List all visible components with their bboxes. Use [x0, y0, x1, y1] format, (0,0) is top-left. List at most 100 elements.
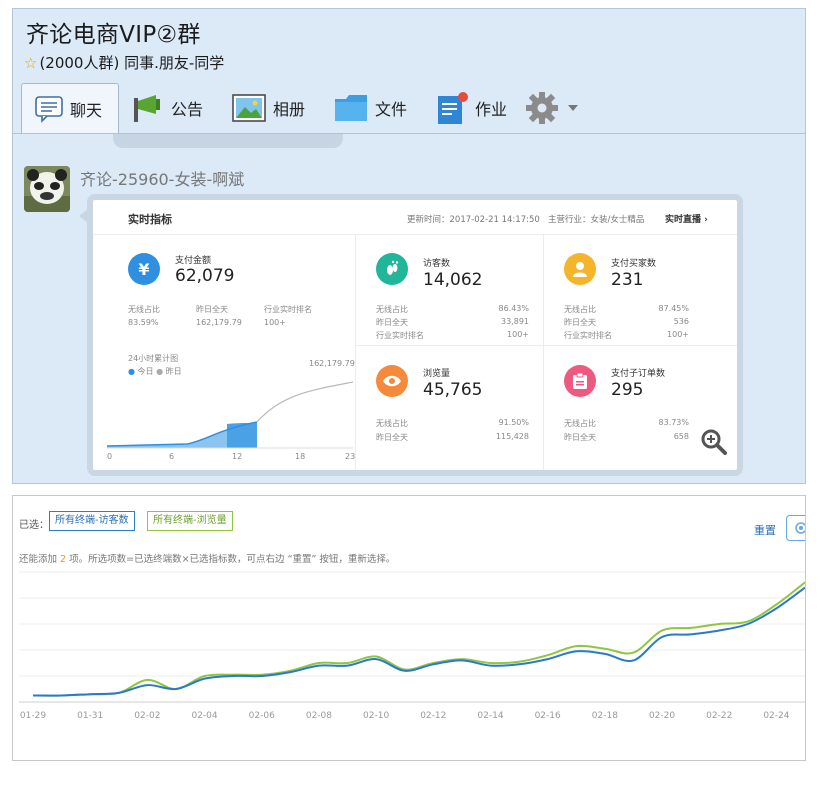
megaphone-icon [134, 95, 160, 122]
cell-divider [543, 234, 544, 470]
x-tick-label: 02-16 [535, 711, 561, 721]
stat-value: 33,891 [501, 317, 529, 326]
x-tick-label: 02-10 [363, 711, 389, 721]
update-time: 更新时间：2017-02-21 14:17:50 [407, 215, 540, 225]
x-tick-label: 02-20 [649, 711, 675, 721]
stat-value: 91.50% [498, 418, 529, 427]
live-link-label: 实时直播 [665, 215, 702, 225]
stat-value: 100+ [507, 330, 529, 339]
payment-amount-icon: ¥ [128, 253, 160, 285]
chat-bubble-icon [35, 95, 63, 123]
message-bubble[interactable]: 实时指标 更新时间：2017-02-21 14:17:50 主营行业：女装/女士… [87, 194, 743, 476]
trend-panel: 已选： 所有终端-访客数 所有终端-浏览量 重置 还能添加 2 项。所选项数=已… [12, 495, 806, 761]
mini-x-label: 23 [345, 452, 356, 461]
group-toolbar: 聊天 公告 相册 文件 作业 [13, 81, 805, 135]
stat-value: 100+ [667, 330, 689, 339]
sender-name: 齐论-25960-女装-啊斌 [80, 170, 245, 189]
member-count: (2000人群) [39, 54, 120, 72]
folder-icon [335, 95, 367, 121]
stat-value: 162,179.79 [196, 318, 242, 327]
reset-link[interactable]: 重置 [754, 522, 776, 538]
x-tick-label: 02-18 [592, 711, 618, 721]
mini-chart-peak: 162,179.79 [309, 359, 355, 368]
tab-files-label: 文件 [375, 100, 408, 119]
avatar[interactable] [24, 166, 70, 212]
tab-homework[interactable]: 作业 [435, 83, 507, 133]
visitor-footprint-icon [376, 253, 408, 285]
trend-line-chart: 01-29 01-31 02-02 02-04 02-06 02-08 02-10 02-12… [19, 571, 805, 721]
stat-label: 昨日全天 [376, 318, 408, 327]
dashboard-title: 实时指标 [128, 213, 172, 226]
hint-count: 2 [60, 554, 67, 565]
hint-prefix: 还能添加 [19, 554, 58, 565]
dashboard-header: 实时指标 更新时间：2017-02-21 14:17:50 主营行业：女装/女士… [93, 200, 737, 235]
stat-label: 无线占比 [128, 305, 160, 314]
live-link[interactable]: 实时直播 › [665, 212, 708, 225]
buyer-user-icon [564, 253, 596, 285]
x-tick-label: 02-02 [134, 711, 160, 721]
tab-announcement-label: 公告 [171, 100, 204, 119]
stat-value: 83.73% [658, 418, 689, 427]
stat-label: 昨日全天 [196, 305, 228, 314]
stat-label: 昨日全天 [564, 433, 596, 442]
tab-album[interactable]: 相册 [231, 83, 305, 133]
hint-suffix: 项。所选项数=已选终端数×已选指标数，可点右边 “重置” 按钮，重新选择。 [69, 554, 396, 565]
pageview-eye-icon [376, 365, 408, 397]
mini-24h-chart [107, 381, 353, 449]
zoom-in-icon[interactable] [701, 429, 727, 455]
metric-label: 访客数 [423, 259, 451, 269]
tab-announcement[interactable]: 公告 [131, 83, 203, 133]
settings-dropdown[interactable] [525, 83, 585, 133]
stat-label: 行业实时排名 [564, 331, 612, 340]
stat-label: 无线占比 [376, 305, 408, 314]
sub-order-clipboard-icon [564, 365, 596, 397]
chat-scroll-indicator [113, 134, 343, 148]
stat-value: 100+ [264, 318, 286, 327]
reset-button[interactable] [786, 515, 805, 541]
group-title: 齐论电商VIP②群 [26, 22, 201, 48]
mini-x-label: 18 [295, 452, 306, 461]
metric-value: 62,079 [175, 266, 235, 286]
chip-pageviews[interactable]: 所有终端-浏览量 [147, 511, 233, 531]
stat-label: 昨日全天 [564, 318, 596, 327]
stat-label: 无线占比 [376, 419, 408, 428]
metric-value: 45,765 [423, 380, 483, 400]
qq-group-window: 齐论电商VIP②群 ☆ (2000人群) 同事.朋友-同学 聊天 公告 相册 文… [12, 8, 806, 484]
stat-label: 行业实时排名 [264, 305, 312, 314]
stat-label: 无线占比 [564, 419, 596, 428]
cell-divider [355, 345, 737, 346]
group-tags: 同事.朋友-同学 [124, 54, 225, 72]
metric-value: 14,062 [423, 270, 483, 290]
panda-avatar-icon [24, 166, 70, 212]
chip-visitors[interactable]: 所有终端-访客数 [49, 511, 135, 531]
refresh-icon [795, 522, 805, 534]
stat-value: 86.43% [498, 304, 529, 313]
x-tick-label: 01-29 [20, 711, 46, 721]
stat-value: 83.59% [128, 318, 159, 327]
homework-icon [438, 92, 468, 124]
cell-divider [355, 234, 356, 470]
metric-value: 295 [611, 380, 644, 400]
tab-chat[interactable]: 聊天 [21, 83, 119, 133]
photo-album-icon [232, 94, 266, 122]
chevron-down-icon [568, 105, 578, 111]
mini-x-label: 12 [232, 452, 243, 461]
x-tick-label: 02-24 [763, 711, 789, 721]
chevron-right-icon: › [704, 215, 708, 225]
x-tick-label: 02-08 [306, 711, 332, 721]
selection-hint: 还能添加 2 项。所选项数=已选终端数×已选指标数，可点右边 “重置” 按钮，重… [19, 551, 395, 565]
series-line-pageviews [32, 581, 805, 697]
metric-label: 支付金额 [175, 256, 212, 266]
mini-x-label: 6 [169, 452, 175, 461]
tab-files[interactable]: 文件 [333, 83, 407, 133]
x-tick-label: 02-14 [477, 711, 503, 721]
stat-label: 无线占比 [564, 305, 596, 314]
tab-album-label: 相册 [273, 100, 306, 119]
industry-label: 主营行业：女装/女士精品 [548, 215, 645, 225]
tab-chat-label: 聊天 [70, 100, 103, 120]
gear-icon [526, 92, 558, 124]
stat-value: 87.45% [658, 304, 689, 313]
mini-x-label: 0 [107, 452, 113, 461]
metric-label: 浏览量 [423, 369, 451, 379]
stat-value: 658 [673, 432, 689, 441]
